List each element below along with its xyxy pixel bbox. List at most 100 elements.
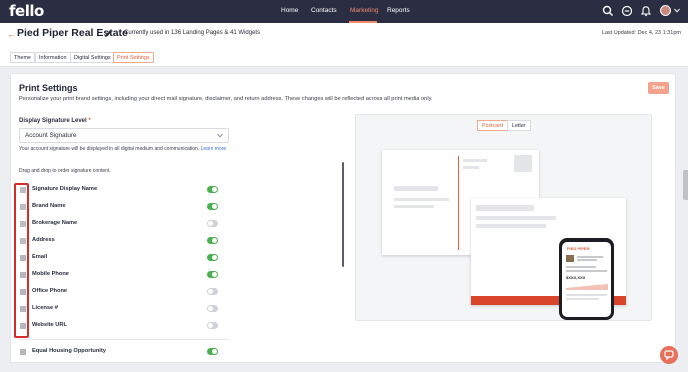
signature-item-row[interactable]: Brand Name bbox=[19, 199, 229, 216]
last-updated-text: Last Updated: Dec 4, 23 1:31pm bbox=[601, 30, 681, 36]
signature-item-row[interactable]: Equal Housing Opportunity bbox=[19, 344, 229, 361]
settings-tabs: Theme Information Digital Settings Print… bbox=[0, 45, 688, 67]
chat-button[interactable] bbox=[660, 346, 678, 364]
toggle-knob bbox=[208, 221, 213, 226]
placeholder-bar bbox=[577, 259, 597, 261]
nav-link-contacts[interactable]: Contacts bbox=[311, 7, 337, 14]
placeholder-bar bbox=[394, 198, 449, 201]
print-settings-card: Print Settings Personalize your print br… bbox=[10, 73, 676, 363]
toggle-knob bbox=[208, 289, 213, 294]
placeholder-bar bbox=[566, 298, 599, 300]
section-description: Personalize your print brand settings, i… bbox=[19, 96, 433, 102]
section-title: Print Settings bbox=[19, 83, 78, 93]
placeholder-bar bbox=[476, 224, 546, 228]
list-divider bbox=[19, 339, 229, 340]
placeholder-bar bbox=[577, 256, 603, 258]
signature-item-label: Address bbox=[32, 237, 55, 243]
toggle-knob bbox=[212, 238, 217, 243]
chat-icon bbox=[664, 350, 674, 361]
signature-item-row[interactable]: Office Phone bbox=[19, 284, 229, 301]
visibility-toggle[interactable] bbox=[207, 288, 218, 295]
signature-item-row[interactable]: Signature Display Name bbox=[19, 182, 229, 199]
phone-mockup: PIED PIPER $XXX,XXX bbox=[559, 238, 614, 320]
visibility-toggle[interactable] bbox=[207, 271, 218, 278]
toggle-knob bbox=[212, 255, 217, 260]
required-mark: * bbox=[88, 118, 91, 124]
avatar[interactable] bbox=[660, 5, 671, 16]
signature-item-row[interactable]: Address bbox=[19, 233, 229, 250]
toggle-knob bbox=[208, 323, 213, 328]
visibility-toggle[interactable] bbox=[207, 186, 218, 193]
chevron-down-icon bbox=[217, 133, 223, 138]
segment-letter[interactable]: Letter bbox=[507, 120, 531, 131]
toggle-knob bbox=[212, 204, 217, 209]
back-arrow-icon[interactable]: ← bbox=[7, 29, 16, 39]
visibility-toggle[interactable] bbox=[207, 348, 218, 355]
signature-item-label: Mobile Phone bbox=[32, 271, 69, 277]
segment-postcard[interactable]: Postcard bbox=[477, 120, 508, 131]
side-feedback-tab[interactable] bbox=[683, 170, 688, 200]
signature-item-row[interactable]: Brokerage Name bbox=[19, 216, 229, 233]
nav-link-marketing[interactable]: Marketing bbox=[350, 7, 379, 14]
drag-handle-icon[interactable] bbox=[20, 349, 26, 355]
signature-item-row[interactable]: Email bbox=[19, 250, 229, 267]
visibility-toggle[interactable] bbox=[207, 322, 218, 329]
learn-more-link[interactable]: Learn more bbox=[201, 146, 227, 152]
field-label-text: Display Signature Level bbox=[19, 118, 87, 124]
usage-text: Currently used in 136 Landing Pages & 41… bbox=[124, 30, 261, 36]
placeholder-bar bbox=[394, 205, 434, 208]
postcard-divider-line bbox=[458, 156, 459, 250]
visibility-toggle[interactable] bbox=[207, 254, 218, 261]
visibility-toggle[interactable] bbox=[207, 237, 218, 244]
signature-item-row[interactable]: Mobile Phone bbox=[19, 267, 229, 284]
placeholder-bar bbox=[476, 216, 556, 220]
placeholder-bar bbox=[566, 270, 607, 272]
signature-item-row[interactable]: Website URL bbox=[19, 318, 229, 335]
nav-link-home[interactable]: Home bbox=[281, 7, 298, 14]
phone-screen: PIED PIPER $XXX,XXX bbox=[562, 242, 611, 317]
tab-theme[interactable]: Theme bbox=[10, 52, 36, 63]
signature-item-row[interactable]: License # bbox=[19, 301, 229, 318]
display-signature-level-label: Display Signature Level * bbox=[19, 118, 91, 124]
tab-information[interactable]: Information bbox=[35, 52, 71, 63]
top-nav: fello Home Contacts Marketing Reports bbox=[0, 0, 688, 23]
visibility-toggle[interactable] bbox=[207, 203, 218, 210]
tab-digital-settings[interactable]: Digital Settings bbox=[70, 52, 115, 63]
placeholder-bar bbox=[394, 186, 438, 191]
page-header: ← Pied Piper Real Estate Currently used … bbox=[0, 23, 688, 45]
placeholder-bar bbox=[566, 266, 596, 268]
pencil-icon[interactable] bbox=[104, 29, 113, 38]
tab-print-settings[interactable]: Print Settings bbox=[113, 52, 154, 63]
phone-photo bbox=[566, 255, 574, 262]
signature-item-label: Brand Name bbox=[32, 203, 66, 209]
print-preview-panel: Postcard Letter PIED PIPER $XXX,XXX bbox=[355, 114, 652, 321]
placeholder-bar bbox=[463, 159, 487, 162]
signature-item-label: Equal Housing Opportunity bbox=[32, 348, 106, 354]
toggle-knob bbox=[212, 187, 217, 192]
trend-chart-icon bbox=[566, 284, 608, 290]
nav-link-reports[interactable]: Reports bbox=[387, 7, 410, 14]
toggle-knob bbox=[212, 349, 217, 354]
signature-item-label: Email bbox=[32, 254, 48, 260]
fello-logo[interactable]: fello bbox=[9, 2, 44, 20]
select-value: Account Signature bbox=[25, 132, 77, 139]
save-button[interactable]: Save bbox=[648, 82, 669, 94]
chevron-down-icon[interactable] bbox=[674, 8, 680, 13]
drag-handles-highlight bbox=[14, 183, 29, 338]
visibility-toggle[interactable] bbox=[207, 220, 218, 227]
helper-text-body: Your account signature will be displayed… bbox=[19, 146, 200, 152]
helper-text: Your account signature will be displayed… bbox=[19, 146, 226, 152]
stamp-placeholder bbox=[514, 155, 532, 172]
signature-level-select[interactable]: Account Signature bbox=[19, 128, 229, 143]
tag-icon[interactable] bbox=[621, 5, 633, 17]
placeholder-bar bbox=[566, 294, 607, 296]
bell-icon[interactable] bbox=[640, 5, 652, 17]
signature-item-label: Signature Display Name bbox=[32, 186, 98, 192]
visibility-toggle[interactable] bbox=[207, 305, 218, 312]
drag-hint-text: Drag and drop to order signature content… bbox=[19, 168, 111, 174]
search-icon[interactable] bbox=[602, 5, 614, 17]
signature-item-label: License # bbox=[32, 305, 58, 311]
signature-item-label: Brokerage Name bbox=[32, 220, 78, 226]
phone-brand: PIED PIPER bbox=[567, 246, 590, 251]
scrollbar[interactable] bbox=[342, 162, 344, 267]
